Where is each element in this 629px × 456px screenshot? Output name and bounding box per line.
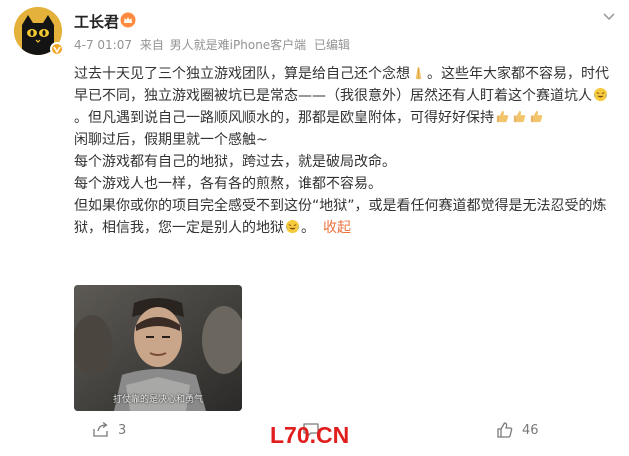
paragraph-2: 闲聊过后，假期里就一个感触~: [74, 132, 268, 148]
text-segment: 。: [301, 220, 315, 236]
source-prefix: 来自: [139, 38, 164, 52]
like-count: 46: [522, 422, 539, 438]
post-source: 男人就是难iPhone客户端: [169, 38, 307, 52]
paragraph-1: 过去十天见了三个独立游戏团队，算是给自己还个念想 。这些年大家都不容易，时代早已不…: [74, 63, 614, 129]
post-image[interactable]: 打仗靠的是决心和勇气: [74, 285, 242, 411]
repost-count: 3: [118, 422, 127, 438]
edited-label[interactable]: 已编辑: [314, 38, 350, 52]
crying-laugh-emoji-icon: [593, 87, 608, 102]
thumbs-up-emoji-icon: [513, 110, 526, 123]
video-subtitle: 打仗靠的是决心和勇气: [112, 395, 203, 405]
site-watermark: L70.CN: [270, 422, 350, 448]
collapse-link[interactable]: 收起: [323, 220, 351, 236]
thumbs-up-emoji-icon: [530, 110, 543, 123]
thumbs-up-emoji-icon: [496, 110, 509, 123]
author-name[interactable]: 工长君: [74, 11, 119, 32]
post-time[interactable]: 4-7 01:07: [74, 38, 132, 52]
repost-button[interactable]: 3: [92, 421, 126, 439]
text-segment: 。但凡遇到说自己一路顺风顺水的，那都是欧皇附体，可得好好保持: [74, 110, 494, 126]
chevron-down-icon[interactable]: [601, 8, 617, 24]
like-icon: [497, 422, 513, 438]
post-meta: 4-7 01:07 来自 男人就是难iPhone客户端 已编辑: [74, 36, 354, 53]
pray-emoji-icon: [415, 66, 422, 80]
like-button[interactable]: 46: [496, 421, 539, 439]
crying-laugh-emoji-icon: [285, 219, 300, 234]
verified-badge-icon: [50, 42, 64, 56]
paragraph-4: 每个游戏人也一样，各有各的煎熬，谁都不容易。: [74, 176, 382, 192]
text-segment: 过去十天见了三个独立游戏团队，算是给自己还个念想: [74, 66, 410, 82]
paragraph-3: 每个游戏都有自己的地狱，跨过去，就是破局改命。: [74, 154, 396, 170]
post-content: 过去十天见了三个独立游戏团队，算是给自己还个念想 。这些年大家都不容易，时代早已不…: [74, 63, 614, 239]
repost-icon: [93, 421, 108, 437]
paragraph-5: 但如果你或你的项目完全感受不到这份“地狱”，或是看任何赛道都觉得是无法忍受的炼狱…: [74, 195, 614, 239]
vip-crown-icon: [120, 12, 136, 28]
